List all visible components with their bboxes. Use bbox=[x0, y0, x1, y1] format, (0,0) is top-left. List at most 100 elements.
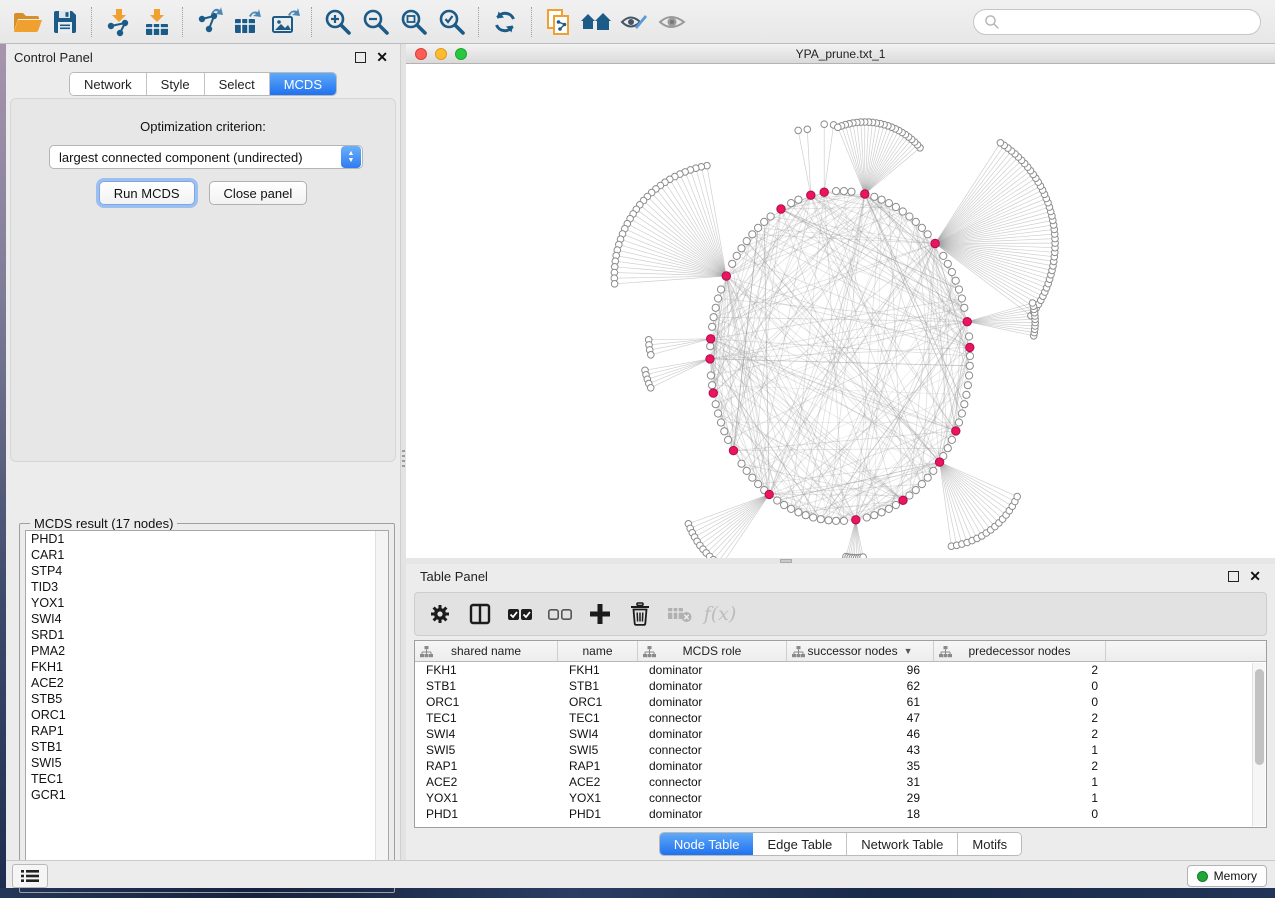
table-scrollbar[interactable] bbox=[1252, 663, 1265, 826]
cell-MCDS-role[interactable]: dominator bbox=[638, 758, 787, 774]
cell-name[interactable]: STB1 bbox=[558, 678, 638, 694]
graph-node[interactable] bbox=[788, 200, 795, 207]
cell-shared-name[interactable]: PHD1 bbox=[415, 806, 558, 822]
automation-panel-button[interactable] bbox=[12, 864, 48, 888]
graph-node[interactable] bbox=[729, 260, 736, 267]
export-image-button[interactable] bbox=[266, 5, 304, 39]
table-settings-button[interactable] bbox=[427, 601, 453, 627]
graph-node[interactable] bbox=[918, 224, 925, 231]
graph-leaf-node[interactable] bbox=[611, 281, 618, 288]
graph-node[interactable] bbox=[892, 501, 899, 508]
cell-successor-nodes[interactable]: 35 bbox=[787, 758, 934, 774]
graph-node[interactable] bbox=[966, 372, 973, 379]
graph-node[interactable] bbox=[781, 501, 788, 508]
first-neighbors-button[interactable] bbox=[577, 5, 615, 39]
graph-mcds-hub-node[interactable] bbox=[722, 272, 730, 280]
table-tab-node-table[interactable]: Node Table bbox=[660, 833, 754, 855]
graph-node[interactable] bbox=[749, 474, 756, 481]
network-window-titlebar[interactable]: YPA_prune.txt_1 bbox=[406, 44, 1275, 64]
cell-MCDS-role[interactable]: connector bbox=[638, 774, 787, 790]
graph-node[interactable] bbox=[738, 460, 745, 467]
table-tab-motifs[interactable]: Motifs bbox=[958, 833, 1021, 855]
graph-node[interactable] bbox=[958, 295, 965, 302]
graph-node[interactable] bbox=[738, 245, 745, 252]
cell-predecessor-nodes[interactable]: 1 bbox=[934, 790, 1106, 806]
graph-node[interactable] bbox=[912, 487, 919, 494]
graph-mcds-hub-node[interactable] bbox=[820, 188, 828, 196]
graph-node[interactable] bbox=[924, 474, 931, 481]
graph-node[interactable] bbox=[721, 428, 728, 435]
graph-node[interactable] bbox=[924, 231, 931, 238]
mcds-result-item[interactable]: RAP1 bbox=[26, 723, 388, 739]
graph-node[interactable] bbox=[948, 436, 955, 443]
cell-name[interactable]: SWI4 bbox=[558, 726, 638, 742]
open-file-button[interactable] bbox=[8, 5, 46, 39]
cell-successor-nodes[interactable]: 96 bbox=[787, 662, 934, 678]
cell-predecessor-nodes[interactable]: 1 bbox=[934, 742, 1106, 758]
cell-MCDS-role[interactable]: connector bbox=[638, 790, 787, 806]
mcds-result-item[interactable]: TID3 bbox=[26, 579, 388, 595]
zoom-fit-button[interactable] bbox=[395, 5, 433, 39]
table-row[interactable]: FKH1FKH1dominator962 bbox=[415, 662, 1266, 678]
graph-leaf-node[interactable] bbox=[997, 140, 1004, 147]
table-row[interactable]: SWI4SWI4dominator462 bbox=[415, 726, 1266, 742]
tab-select[interactable]: Select bbox=[205, 73, 270, 95]
graph-node[interactable] bbox=[955, 286, 962, 293]
mcds-result-item[interactable]: YOX1 bbox=[26, 595, 388, 611]
graph-node[interactable] bbox=[717, 419, 724, 426]
graph-node[interactable] bbox=[833, 188, 840, 195]
graph-mcds-hub-node[interactable] bbox=[709, 389, 717, 397]
close-panel-icon[interactable]: ✕ bbox=[376, 52, 388, 63]
graph-leaf-node[interactable] bbox=[647, 385, 654, 392]
mcds-result-item[interactable]: ACE2 bbox=[26, 675, 388, 691]
table-row[interactable]: YOX1YOX1connector291 bbox=[415, 790, 1266, 806]
graph-node[interactable] bbox=[899, 208, 906, 215]
cell-name[interactable]: FKH1 bbox=[558, 662, 638, 678]
graph-node[interactable] bbox=[755, 224, 762, 231]
graph-node[interactable] bbox=[966, 352, 973, 359]
graph-leaf-node[interactable] bbox=[648, 352, 655, 359]
table-row[interactable]: ACE2ACE2connector311 bbox=[415, 774, 1266, 790]
graph-mcds-hub-node[interactable] bbox=[777, 205, 785, 213]
cell-shared-name[interactable]: SWI5 bbox=[415, 742, 558, 758]
cell-name[interactable]: SWI5 bbox=[558, 742, 638, 758]
table-row[interactable]: SWI5SWI5connector431 bbox=[415, 742, 1266, 758]
cell-shared-name[interactable]: ORC1 bbox=[415, 694, 558, 710]
graph-node[interactable] bbox=[725, 436, 732, 443]
graph-node[interactable] bbox=[749, 231, 756, 238]
mcds-result-item[interactable]: STP4 bbox=[26, 563, 388, 579]
graph-mcds-hub-node[interactable] bbox=[963, 318, 971, 326]
graph-node[interactable] bbox=[767, 213, 774, 220]
graph-node[interactable] bbox=[878, 196, 885, 203]
graph-node[interactable] bbox=[795, 509, 802, 516]
cell-MCDS-role[interactable]: dominator bbox=[638, 726, 787, 742]
graph-node[interactable] bbox=[878, 509, 885, 516]
export-network-button[interactable] bbox=[190, 5, 228, 39]
cell-successor-nodes[interactable]: 18 bbox=[787, 806, 934, 822]
graph-node[interactable] bbox=[964, 382, 971, 389]
graph-node[interactable] bbox=[712, 304, 719, 311]
tab-mcds[interactable]: MCDS bbox=[270, 73, 336, 95]
graph-node[interactable] bbox=[885, 200, 892, 207]
zoom-out-button[interactable] bbox=[357, 5, 395, 39]
graph-node[interactable] bbox=[795, 196, 802, 203]
graph-node[interactable] bbox=[733, 252, 740, 259]
import-table-button[interactable] bbox=[137, 5, 175, 39]
column-layout-button[interactable] bbox=[467, 601, 493, 627]
table-row[interactable]: STB1STB1dominator620 bbox=[415, 678, 1266, 694]
graph-node[interactable] bbox=[743, 467, 750, 474]
cell-name[interactable]: ORC1 bbox=[558, 694, 638, 710]
cell-MCDS-role[interactable]: connector bbox=[638, 742, 787, 758]
graph-node[interactable] bbox=[930, 467, 937, 474]
graph-node[interactable] bbox=[961, 304, 968, 311]
graph-node[interactable] bbox=[715, 295, 722, 302]
column-header-name[interactable]: name bbox=[558, 641, 638, 661]
cell-predecessor-nodes[interactable]: 2 bbox=[934, 710, 1106, 726]
graph-node[interactable] bbox=[840, 188, 847, 195]
graph-node[interactable] bbox=[952, 277, 959, 284]
run-mcds-button[interactable]: Run MCDS bbox=[99, 181, 195, 205]
hide-selected-button[interactable] bbox=[615, 5, 653, 39]
cell-MCDS-role[interactable]: dominator bbox=[638, 678, 787, 694]
graph-mcds-hub-node[interactable] bbox=[765, 490, 773, 498]
graph-node[interactable] bbox=[709, 323, 716, 330]
